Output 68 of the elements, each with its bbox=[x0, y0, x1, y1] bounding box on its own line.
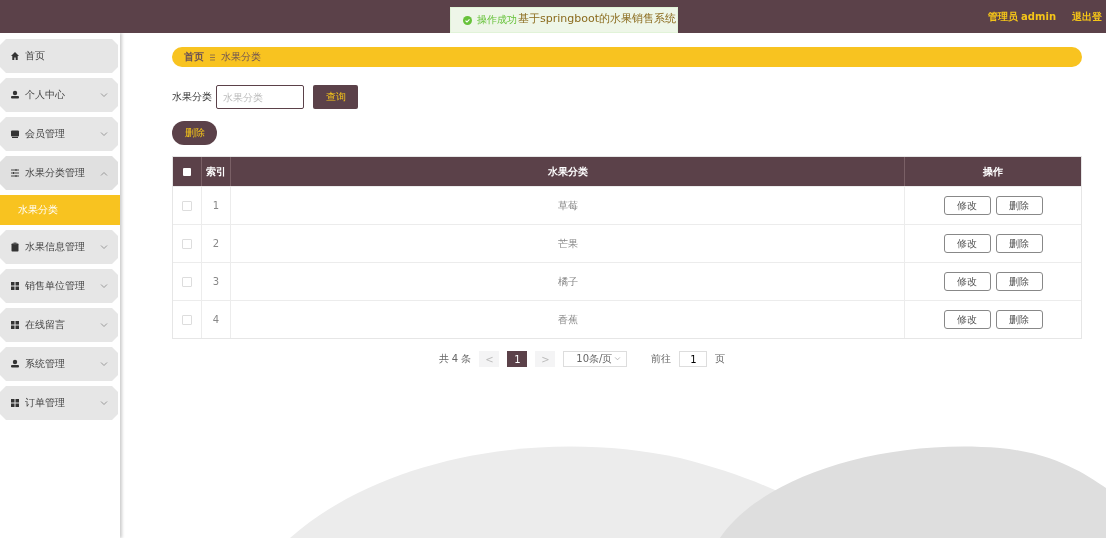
menu-item[interactable]: 水果信息管理 bbox=[0, 230, 118, 264]
delete-button[interactable]: 删除 bbox=[995, 310, 1043, 329]
page-size-select[interactable]: 10条/页 bbox=[563, 351, 628, 367]
grid-icon bbox=[10, 281, 20, 291]
menu-label: 系统管理 bbox=[25, 357, 66, 371]
table-cell: 香蕉 bbox=[557, 312, 578, 327]
menu-item[interactable]: 在线留言 bbox=[0, 308, 118, 342]
menu-label: 个人中心 bbox=[25, 88, 66, 102]
delete-button[interactable]: 删除 bbox=[172, 121, 217, 145]
edit-button[interactable]: 修改 bbox=[943, 272, 991, 291]
app-title: 基于springboot的水果销售系统 bbox=[518, 11, 676, 26]
breadcrumb-item: 水果分类 bbox=[221, 50, 261, 64]
logout-link[interactable]: 退出登 bbox=[1072, 9, 1106, 24]
menu-label: 会员管理 bbox=[25, 127, 66, 141]
toast-message: 操作成功 bbox=[477, 13, 517, 27]
menu-item[interactable]: 首页 bbox=[0, 39, 118, 73]
column-header: 操作 bbox=[982, 164, 1004, 179]
delete-button[interactable]: 删除 bbox=[995, 234, 1043, 253]
row-checkbox[interactable] bbox=[182, 314, 192, 325]
table-cell: 芒果 bbox=[557, 236, 578, 251]
home-icon bbox=[10, 51, 20, 61]
menu-item[interactable]: 销售单位管理 bbox=[0, 269, 118, 303]
menu-label: 订单管理 bbox=[25, 396, 66, 410]
card-icon bbox=[10, 129, 20, 139]
user-icon bbox=[10, 90, 20, 100]
user-name: 管理员 admin bbox=[987, 9, 1056, 24]
delete-button[interactable]: 删除 bbox=[995, 272, 1043, 291]
delete-button[interactable]: 删除 bbox=[995, 196, 1043, 215]
grid-icon bbox=[10, 398, 20, 408]
page-input[interactable]: 1 bbox=[679, 351, 708, 367]
menu-label: 水果分类管理 bbox=[25, 166, 86, 180]
check-circle-icon bbox=[463, 15, 472, 25]
user-icon bbox=[10, 359, 20, 369]
separator-icon bbox=[210, 53, 215, 61]
menu-label: 水果信息管理 bbox=[25, 240, 86, 254]
column-header: 水果分类 bbox=[231, 157, 905, 186]
menu-label: 在线留言 bbox=[25, 318, 66, 332]
menu-item[interactable]: 个人中心 bbox=[0, 78, 118, 112]
menu-label: 首页 bbox=[25, 49, 46, 63]
chevron-icon bbox=[614, 357, 622, 361]
edit-button[interactable]: 修改 bbox=[943, 234, 991, 253]
page-button[interactable]: 1 bbox=[507, 351, 528, 367]
table-cell: 2 bbox=[212, 238, 220, 249]
table-cell: 草莓 bbox=[557, 198, 578, 213]
sliders-icon bbox=[10, 168, 20, 178]
edit-button[interactable]: 修改 bbox=[943, 310, 991, 329]
select-all-checkbox[interactable] bbox=[183, 167, 191, 176]
grid-icon bbox=[10, 320, 20, 330]
table-cell: 橘子 bbox=[557, 274, 578, 289]
table-cell: 4 bbox=[212, 314, 220, 325]
table-cell: 3 bbox=[212, 276, 220, 287]
clipboard-icon bbox=[10, 242, 20, 252]
edit-button[interactable]: 修改 bbox=[943, 196, 991, 215]
menu-label: 销售单位管理 bbox=[25, 279, 86, 293]
row-checkbox[interactable] bbox=[182, 238, 192, 249]
page-suffix: 页 bbox=[715, 352, 726, 366]
menu-item[interactable]: 会员管理 bbox=[0, 117, 118, 151]
field-label: 水果分类 bbox=[172, 90, 212, 104]
row-checkbox[interactable] bbox=[182, 276, 192, 287]
search-button[interactable]: 查询 bbox=[313, 85, 358, 109]
table-cell: 1 bbox=[212, 200, 220, 211]
row-checkbox[interactable] bbox=[182, 200, 192, 211]
total-count: 共 4 条 bbox=[438, 352, 472, 366]
menu-item[interactable]: 订单管理 bbox=[0, 386, 118, 420]
goto-label: 前往 bbox=[651, 352, 672, 366]
column-header: 索引 bbox=[202, 157, 231, 186]
menu-item[interactable]: 系统管理 bbox=[0, 347, 118, 381]
breadcrumb-item[interactable]: 首页 bbox=[184, 50, 204, 64]
